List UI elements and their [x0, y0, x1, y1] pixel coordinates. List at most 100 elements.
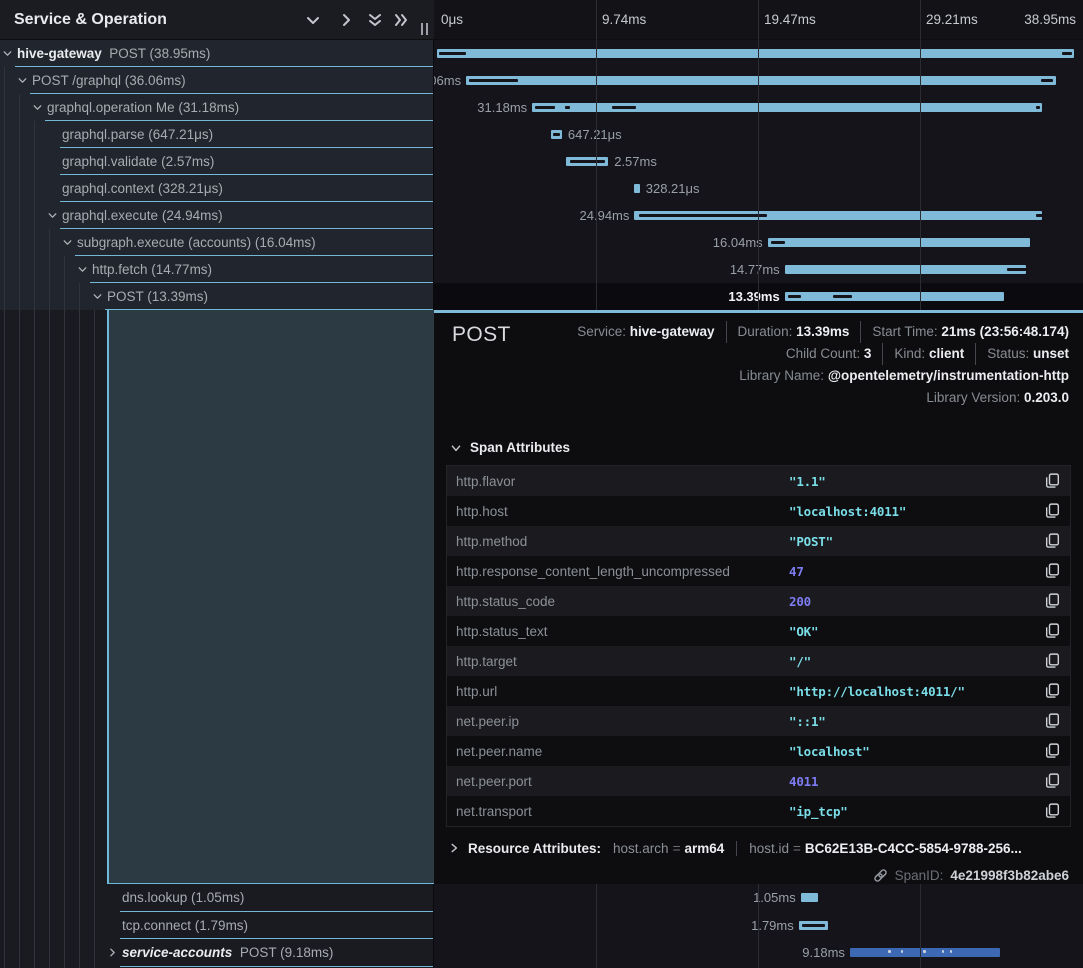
attribute-value: 4011 [789, 774, 818, 789]
span-row-graphql-validate[interactable]: graphql.validate (2.57ms) [0, 148, 433, 175]
chevron-down-icon[interactable] [2, 48, 13, 59]
span-duration-label: 13.39ms [728, 283, 779, 310]
copy-icon[interactable] [1045, 683, 1061, 699]
chevron-down-icon[interactable] [62, 237, 73, 248]
span-row-service-accounts-post[interactable]: service-accounts POST (9.18ms) [0, 939, 433, 967]
span-row-label: graphql.operation Me (31.18ms) [47, 94, 239, 121]
resource-value: arm64 [684, 841, 724, 856]
span-row-subgraph-execute-accounts[interactable]: subgraph.execute (accounts) (16.04ms) [0, 229, 433, 256]
span-bar[interactable] [466, 76, 1056, 85]
attribute-row: http.target"/" [447, 646, 1070, 676]
span-duration-label: 31.18ms [477, 94, 527, 121]
double-chevron-down-icon[interactable] [365, 10, 385, 30]
indent-guide [19, 121, 20, 148]
trace-viewer: 0μs9.74ms19.47ms29.21ms38.95ms 38.95ms36… [0, 0, 1083, 968]
span-row-graphql-operation-me[interactable]: graphql.operation Me (31.18ms) [0, 94, 433, 121]
span-row-graphql-parse[interactable]: graphql.parse (647.21μs) [0, 121, 433, 148]
attribute-row: http.host"localhost:4011" [447, 496, 1070, 526]
indent-guide [4, 256, 5, 283]
indent-guide [4, 94, 5, 121]
indent-guide [4, 229, 5, 256]
indent-guide [79, 310, 80, 968]
child-span-mark [612, 106, 636, 109]
overview-field-label: Status: [987, 346, 1033, 361]
resource-key: host.arch [613, 841, 669, 856]
chevron-down-icon[interactable] [77, 264, 88, 275]
copy-icon[interactable] [1045, 533, 1061, 549]
overview-field: Status: unset [975, 343, 1069, 365]
span-row-graphql-context[interactable]: graphql.context (328.21μs) [0, 175, 433, 202]
chevron-right-icon[interactable] [107, 947, 118, 958]
copy-icon[interactable] [1045, 713, 1061, 729]
span-bar[interactable] [801, 893, 818, 902]
span-row-tcp-connect[interactable]: tcp.connect (1.79ms) [0, 912, 433, 940]
indent-guide [19, 148, 20, 175]
copy-icon[interactable] [1045, 803, 1061, 819]
attribute-value: "localhost:4011" [789, 504, 906, 519]
copy-icon[interactable] [1045, 653, 1061, 669]
chevron-down-icon [450, 442, 462, 454]
indent-guide [4, 148, 5, 175]
indent-guide [64, 256, 65, 283]
child-span-mark [901, 950, 903, 953]
span-row-post-graphql[interactable]: POST /graphql (36.06ms) [0, 67, 433, 94]
span-bar[interactable] [768, 238, 1030, 247]
chevron-right-icon[interactable] [336, 10, 356, 30]
child-span-mark [1062, 52, 1073, 55]
child-span-mark [553, 133, 560, 136]
span-row-post-client[interactable]: POST (13.39ms) [0, 283, 433, 310]
span-bar[interactable] [785, 265, 1027, 274]
indent-guide [49, 256, 50, 283]
double-chevron-right-icon[interactable] [391, 10, 411, 30]
link-icon[interactable] [873, 868, 888, 883]
attribute-key: http.method [456, 534, 789, 549]
child-span-mark [771, 241, 785, 244]
span-bar[interactable] [532, 103, 1042, 112]
indent-guide [19, 229, 20, 256]
attribute-value: "OK" [789, 624, 818, 639]
span-row-label: graphql.parse (647.21μs) [62, 121, 213, 148]
copy-icon[interactable] [1045, 773, 1061, 789]
span-row-hive-gateway-post[interactable]: hive-gateway POST (38.95ms) [0, 40, 433, 67]
indent-guide [4, 121, 5, 148]
chevron-down-icon[interactable] [32, 102, 43, 113]
span-bar[interactable] [785, 292, 1004, 301]
chevron-down-icon[interactable] [303, 10, 323, 30]
chevron-down-icon[interactable] [47, 210, 58, 221]
copy-icon[interactable] [1045, 623, 1061, 639]
copy-icon[interactable] [1045, 743, 1061, 759]
span-attributes-section-header[interactable]: Span Attributes [450, 440, 570, 455]
indent-guide [64, 283, 65, 310]
indent-guide [19, 310, 20, 968]
attribute-key: http.target [456, 654, 789, 669]
overview-field: Library Name: @opentelemetry/instrumenta… [739, 365, 1069, 387]
indent-guide [19, 94, 20, 121]
span-bar[interactable] [634, 184, 639, 193]
attribute-key: http.host [456, 504, 789, 519]
indent-guide [79, 283, 80, 310]
overview-field-value: client [929, 346, 964, 361]
indent-guide [4, 283, 5, 310]
attribute-row: net.transport"ip_tcp" [447, 796, 1070, 826]
span-row-http-fetch[interactable]: http.fetch (14.77ms) [0, 256, 433, 283]
copy-icon[interactable] [1045, 473, 1061, 489]
child-span-mark [565, 106, 570, 109]
span-row-graphql-execute[interactable]: graphql.execute (24.94ms) [0, 202, 433, 229]
chevron-down-icon[interactable] [92, 291, 103, 302]
chevron-right-icon [448, 842, 460, 854]
resource-attributes-row[interactable]: Resource Attributes: host.arch=arm64host… [448, 836, 1022, 860]
span-row-dns-lookup[interactable]: dns.lookup (1.05ms) [0, 884, 433, 912]
service-operation-title: Service & Operation [14, 0, 167, 40]
overview-field-value: unset [1033, 346, 1069, 361]
copy-icon[interactable] [1045, 593, 1061, 609]
panel-resize-grip[interactable] [421, 23, 430, 35]
copy-icon[interactable] [1045, 563, 1061, 579]
indent-guide [19, 256, 20, 283]
copy-icon[interactable] [1045, 503, 1061, 519]
chevron-down-icon[interactable] [17, 75, 28, 86]
attribute-row: net.peer.ip"::1" [447, 706, 1070, 736]
span-bar[interactable] [437, 49, 1074, 58]
attribute-key: http.flavor [456, 474, 789, 489]
child-span-mark [888, 950, 892, 953]
span-row-label: tcp.connect (1.79ms) [122, 912, 248, 939]
